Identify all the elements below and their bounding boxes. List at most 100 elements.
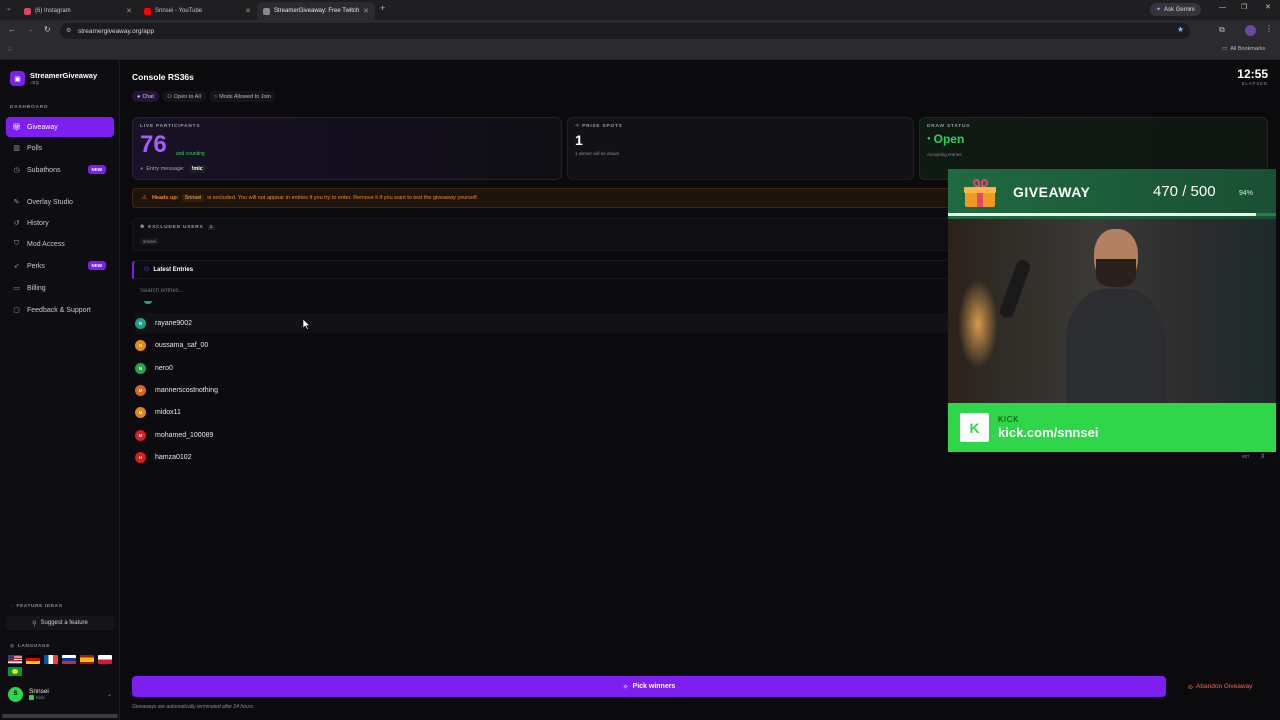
profile-avatar-icon[interactable]: [1245, 25, 1256, 36]
sidebar-item-label: Overlay Studio: [27, 198, 73, 206]
timer-value: 12:55: [1237, 67, 1268, 81]
lamp-glow: [958, 279, 998, 369]
close-window-icon[interactable]: ✕: [1265, 3, 1271, 11]
minimize-icon[interactable]: —: [1219, 4, 1226, 11]
bookmark-star-icon[interactable]: ★: [1177, 25, 1184, 34]
sidebar-item-overlay-studio[interactable]: ✎ Overlay Studio: [6, 192, 114, 212]
prize-spots-card: ♔ PRIZE SPOTS 1 1 winner will be drawn: [567, 117, 914, 180]
browser-tab-bar: ⌄ (6) Instagram ✕ Snnsei - YouTube ✕ Str…: [0, 0, 1280, 20]
card-icon: ▭: [13, 285, 20, 292]
language-text: LANGUAGE: [17, 644, 51, 649]
avatar: R: [135, 317, 146, 329]
sidebar-item-label: Feedback & Support: [27, 306, 91, 314]
termination-footnote: Giveaways are automatically terminated a…: [132, 704, 255, 710]
pick-winners-button[interactable]: ✧ Pick winners: [132, 676, 1166, 697]
brand-suffix: .org: [30, 80, 39, 86]
overlay-header: GIVEAWAY 470 / 500 94%: [948, 169, 1276, 219]
sidebar-item-feedback-support[interactable]: ▢ Feedback & Support: [6, 300, 114, 320]
card-label-text: PRIZE SPOTS: [582, 124, 623, 129]
card-label: ♔ PRIZE SPOTS: [575, 124, 623, 129]
draw-status-sub: Accepting entries: [927, 152, 962, 157]
sidebar-item-subathons[interactable]: ◷ Subathons NEW: [6, 160, 114, 180]
back-icon[interactable]: ←: [8, 25, 16, 34]
sidebar-item-billing[interactable]: ▭ Billing: [6, 278, 114, 298]
brand-logo-icon: ▣: [10, 71, 25, 86]
avatar: M: [135, 429, 146, 441]
user-name: Snnsei: [29, 688, 49, 695]
brush-icon: ✎: [13, 199, 20, 206]
ask-gemini-button[interactable]: ✦ Ask Gemini: [1150, 3, 1201, 16]
sidebar-item-label: Subathons: [27, 166, 61, 174]
tab-youtube[interactable]: Snnsei - YouTube ✕: [138, 2, 257, 20]
suggest-feature-button[interactable]: ⚲ Suggest a feature: [6, 616, 114, 630]
close-tab-icon[interactable]: ✕: [363, 7, 369, 15]
scroll-indicator-icon[interactable]: ⇕: [1260, 453, 1265, 460]
avatar: N: [135, 362, 146, 374]
sidebar-item-giveaway[interactable]: 🎁︎ Giveaway: [6, 117, 114, 137]
entry-name: nero0: [155, 364, 173, 372]
page-title: Console RS36s: [132, 72, 194, 82]
abandon-giveaway-button[interactable]: ⊘ Abandon Giveaway: [1172, 676, 1268, 697]
close-tab-icon[interactable]: ✕: [245, 7, 251, 15]
flag-germany-icon[interactable]: [26, 655, 40, 664]
tag-open-to-all: ⚇ Open to All: [161, 91, 206, 102]
brand[interactable]: ▣ StreamerGiveaway .org: [10, 71, 97, 86]
flag-spain-icon[interactable]: [80, 655, 94, 664]
flag-brazil-icon[interactable]: [8, 667, 22, 676]
sidebar-item-mod-access[interactable]: ⛉ Mod Access: [6, 234, 114, 254]
folder-icon: ▭: [1222, 46, 1228, 52]
reload-icon[interactable]: ↻: [44, 25, 51, 34]
flag-france-icon[interactable]: [44, 655, 58, 664]
tab-list-chevron-icon[interactable]: ⌄: [6, 4, 12, 12]
sparkle-icon: ✦: [1156, 7, 1162, 13]
all-bookmarks-button[interactable]: ▭ All Bookmarks: [1222, 46, 1265, 52]
close-tab-icon[interactable]: ✕: [126, 7, 132, 15]
overlay-footer: K KICK kick.com/snnsei: [948, 403, 1276, 452]
tab-streamergiveaway[interactable]: StreamerGiveaway: Free Twitch ✕: [257, 2, 375, 20]
user-platform-text: Kick: [36, 695, 45, 700]
abandon-label: Abandon Giveaway: [1196, 683, 1253, 690]
sidebar-item-perks[interactable]: ➶ Perks NEW: [6, 256, 114, 276]
tag-label: Mods Allowed to Join: [219, 93, 271, 100]
all-bookmarks-label: All Bookmarks: [1230, 46, 1266, 52]
brand-name: StreamerGiveaway: [30, 71, 98, 80]
rocket-icon: ➶: [13, 263, 20, 270]
bullet-icon: ●: [140, 166, 144, 172]
sidebar-item-label: Perks: [27, 262, 45, 270]
sidebar: ▣ StreamerGiveaway .org DASHBOARD 🎁︎ Giv…: [0, 61, 120, 720]
user-profile[interactable]: S Snnsei Kick ⌄: [8, 684, 112, 704]
gift-icon: 🎁︎: [12, 124, 21, 131]
draw-status-value: ● Open: [927, 132, 964, 146]
excluded-user-chip[interactable]: snnsei: [140, 238, 160, 245]
sidebar-item-label: Polls: [27, 144, 43, 152]
address-bar[interactable]: ⚙ streamergiveaway.org/app ★: [60, 23, 1190, 39]
extensions-icon[interactable]: ⧉: [1219, 25, 1225, 35]
card-label: LIVE PARTICIPANTS: [140, 124, 201, 129]
warning-icon: ⚠: [142, 195, 147, 201]
mouse-cursor-icon: [303, 319, 311, 330]
sidebar-item-history[interactable]: ↺ History: [6, 213, 114, 233]
browser-menu-icon[interactable]: ⋮: [1265, 24, 1273, 33]
history-icon: ↺: [13, 220, 20, 227]
sparkle-icon: ✧: [622, 683, 629, 691]
instagram-favicon-icon: [24, 7, 31, 15]
tab-instagram[interactable]: (6) Instagram ✕: [18, 2, 138, 20]
feature-ideas-text: FEATURE IDEAS: [16, 604, 63, 609]
flag-russia-icon[interactable]: [62, 655, 76, 664]
search-entries-input[interactable]: [140, 284, 940, 298]
user-x-icon: ⚉: [140, 225, 146, 230]
forward-icon[interactable]: →: [26, 25, 34, 34]
flag-poland-icon[interactable]: [98, 655, 112, 664]
tag-label: Open to All: [173, 93, 201, 100]
tab-label: Snnsei - YouTube: [155, 8, 203, 14]
bookmarks-bar: ⁘ ▭ All Bookmarks: [0, 42, 1280, 60]
sidebar-scrollbar[interactable]: [2, 714, 118, 718]
webcam-feed: [948, 219, 1276, 403]
maximize-icon[interactable]: ❐: [1241, 3, 1247, 11]
flag-us-icon[interactable]: [8, 655, 22, 664]
apps-grid-icon[interactable]: ⁘: [7, 46, 13, 54]
new-tab-icon[interactable]: +: [380, 3, 385, 13]
site-info-icon[interactable]: ⚙: [66, 27, 71, 34]
tag-chat: ● Chat: [132, 91, 159, 102]
sidebar-item-polls[interactable]: ▥ Polls: [6, 138, 114, 158]
